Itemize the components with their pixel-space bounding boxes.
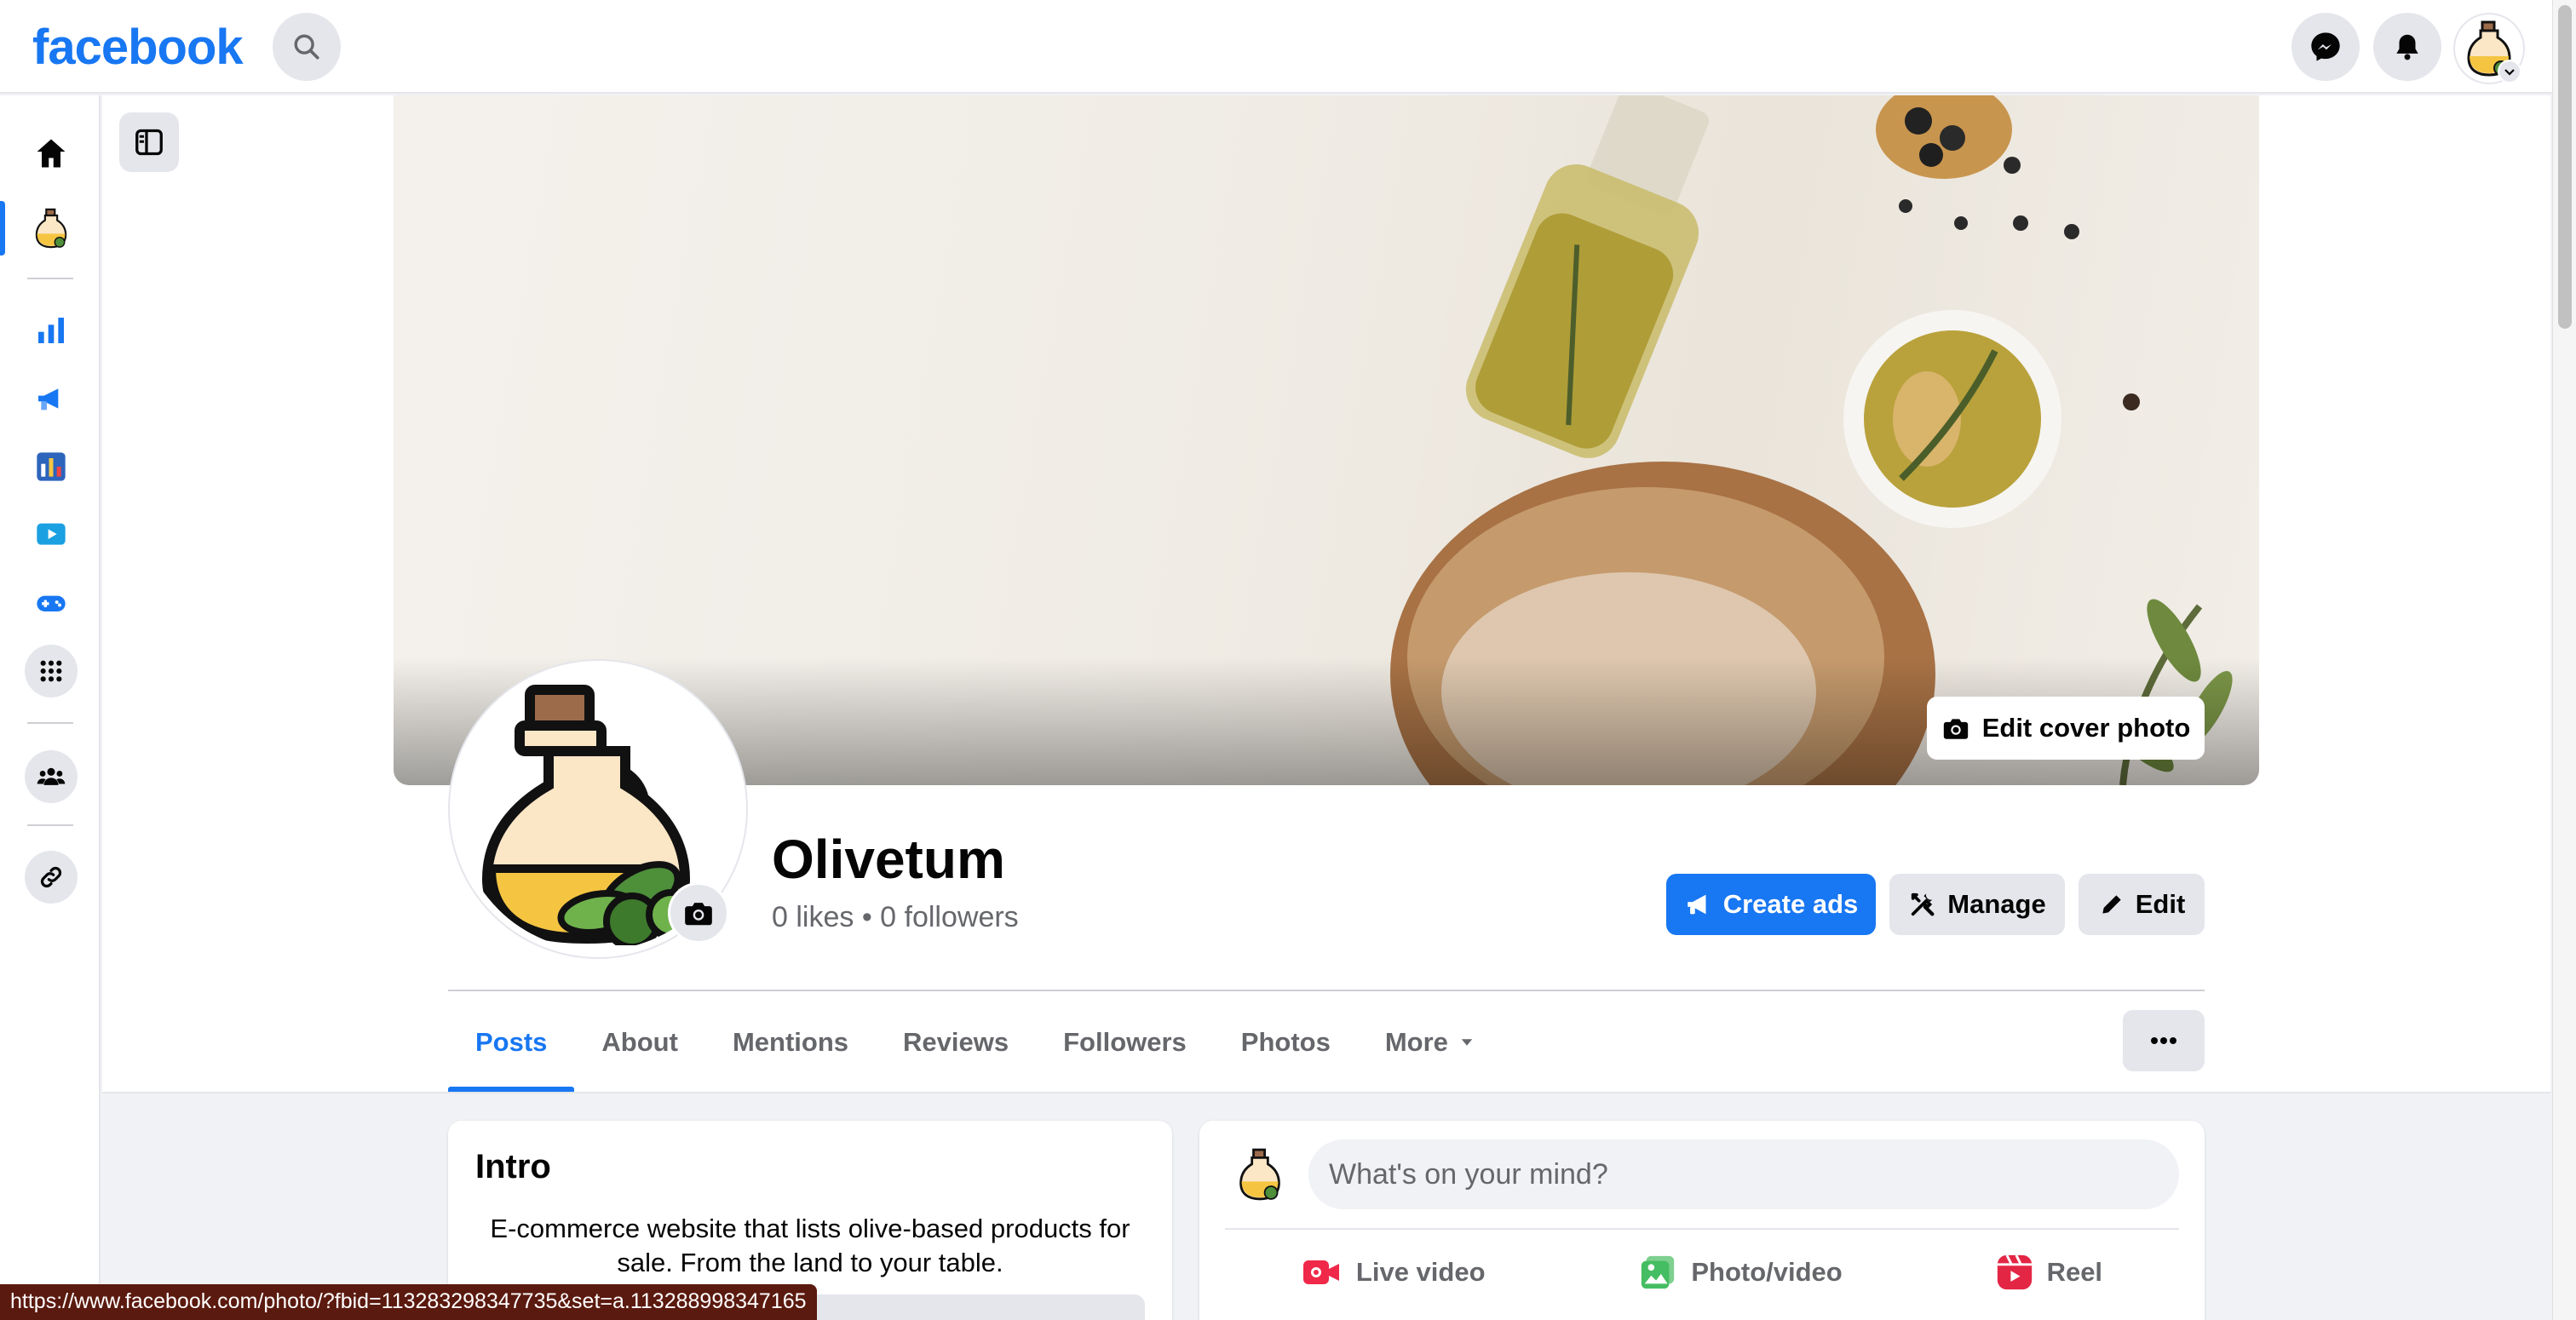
rail-item-groups[interactable] (20, 746, 82, 807)
tab-mentions[interactable]: Mentions (705, 993, 876, 1092)
chevron-down-icon (2504, 69, 2515, 76)
rail-separator (27, 278, 73, 279)
rail-item-video[interactable] (20, 504, 82, 565)
camera-icon (1943, 719, 1968, 739)
rail-item-gaming[interactable] (20, 572, 82, 634)
tools-icon (1912, 892, 1935, 916)
live-video-button[interactable]: Live video (1302, 1255, 1486, 1289)
manage-label: Manage (1947, 889, 2046, 919)
profile-tabs: Posts About Mentions Reviews Followers P… (448, 993, 1503, 1092)
photo-video-label: Photo/video (1691, 1257, 1843, 1287)
rail-item-apps[interactable] (20, 640, 82, 702)
edit-cover-photo-button[interactable]: Edit cover photo (1927, 697, 2205, 760)
status-bar-url: https://www.facebook.com/photo/?fbid=113… (0, 1284, 817, 1320)
grid-icon (40, 660, 62, 682)
rail-item-dashboard[interactable] (20, 436, 82, 497)
reel-icon (1997, 1254, 2032, 1290)
messenger-icon (2311, 32, 2340, 61)
tab-more[interactable]: More (1358, 993, 1503, 1092)
olive-oil-avatar-icon (1239, 1148, 1280, 1201)
pencil-icon (2102, 895, 2121, 914)
tab-label: Reviews (903, 1027, 1009, 1057)
whats-on-your-mind-input[interactable]: What's on your mind? (1308, 1139, 2179, 1209)
tab-label: Mentions (732, 1027, 849, 1057)
page-scrollbar[interactable] (2552, 0, 2576, 1320)
scrollbar-thumb[interactable] (2558, 5, 2572, 329)
tab-label: About (601, 1027, 678, 1057)
more-options-button[interactable] (2123, 1010, 2205, 1071)
live-video-icon (1302, 1260, 1339, 1284)
link-icon (40, 866, 62, 888)
photo-video-button[interactable]: Photo/video (1638, 1253, 1843, 1292)
rail-item-ads[interactable] (20, 368, 82, 429)
megaphone-icon (38, 388, 59, 410)
camera-icon (685, 903, 712, 926)
sidebar-panel-icon (135, 129, 163, 156)
sidebar-toggle-button[interactable] (119, 112, 179, 172)
tab-label: Followers (1063, 1027, 1187, 1057)
rail-item-insights[interactable] (20, 300, 82, 361)
olive-oil-avatar-icon (35, 208, 67, 249)
tab-followers[interactable]: Followers (1036, 993, 1214, 1092)
links-circle (25, 851, 78, 904)
photo-icon (1642, 1255, 1675, 1289)
rail-item-page[interactable] (20, 198, 82, 259)
tab-posts[interactable]: Posts (448, 993, 575, 1092)
search-button[interactable] (273, 13, 341, 81)
rail-separator (27, 824, 73, 826)
reel-button[interactable]: Reel (1996, 1254, 2102, 1291)
composer-actions: Live video Photo/video Reel (1225, 1238, 2179, 1306)
groups-circle (25, 750, 78, 803)
update-profile-picture-button[interactable] (668, 882, 729, 944)
tab-label: Posts (475, 1027, 548, 1057)
tab-label: More (1384, 1027, 1448, 1057)
manage-button[interactable]: Manage (1889, 874, 2065, 935)
gamepad-icon (37, 595, 66, 611)
megaphone-icon (1687, 894, 1706, 915)
intro-bio: E-commerce website that lists olive-base… (490, 1214, 1130, 1277)
avatar[interactable] (1225, 1139, 1295, 1209)
tab-reviews[interactable]: Reviews (876, 993, 1036, 1092)
top-navigation-bar: facebook (0, 0, 2556, 94)
bell-icon (2396, 34, 2418, 60)
composer-divider (1225, 1228, 2179, 1230)
edit-button[interactable]: Edit (2079, 874, 2205, 935)
edit-cover-photo-label: Edit cover photo (1981, 713, 2191, 743)
ellipsis-icon (2151, 1037, 2176, 1044)
notifications-button[interactable] (2373, 13, 2441, 81)
tab-about[interactable]: About (574, 993, 705, 1092)
dashboard-icon (37, 452, 66, 481)
video-icon (37, 523, 66, 545)
left-navigation-rail (0, 95, 101, 1320)
apps-menu-circle (25, 645, 78, 697)
page-likes-followers[interactable]: 0 likes • 0 followers (772, 901, 1019, 934)
rail-separator (27, 722, 73, 724)
caret-down-icon (1461, 1039, 1473, 1046)
facebook-logo[interactable]: facebook (32, 19, 244, 76)
reel-label: Reel (2046, 1257, 2103, 1287)
tab-label: Photos (1240, 1027, 1331, 1057)
page-title: Olivetum (772, 829, 1005, 890)
rail-item-links[interactable] (20, 847, 82, 908)
rail-active-indicator (0, 201, 5, 255)
header-divider (448, 990, 2205, 991)
create-ads-button[interactable]: Create ads (1666, 874, 1876, 935)
intro-title: Intro (475, 1148, 551, 1185)
account-menu-chevron[interactable] (2498, 60, 2521, 83)
bar-chart-icon (38, 318, 64, 343)
rail-item-home[interactable] (20, 123, 82, 184)
groups-icon (37, 767, 66, 785)
post-composer-card: What's on your mind? Live video Photo/vi… (1199, 1121, 2205, 1320)
messenger-button[interactable] (2291, 13, 2360, 81)
search-icon (294, 34, 319, 60)
edit-label: Edit (2135, 889, 2186, 919)
home-icon (37, 139, 66, 168)
live-video-label: Live video (1355, 1257, 1486, 1287)
tab-photos[interactable]: Photos (1214, 993, 1358, 1092)
create-ads-label: Create ads (1722, 889, 1859, 919)
